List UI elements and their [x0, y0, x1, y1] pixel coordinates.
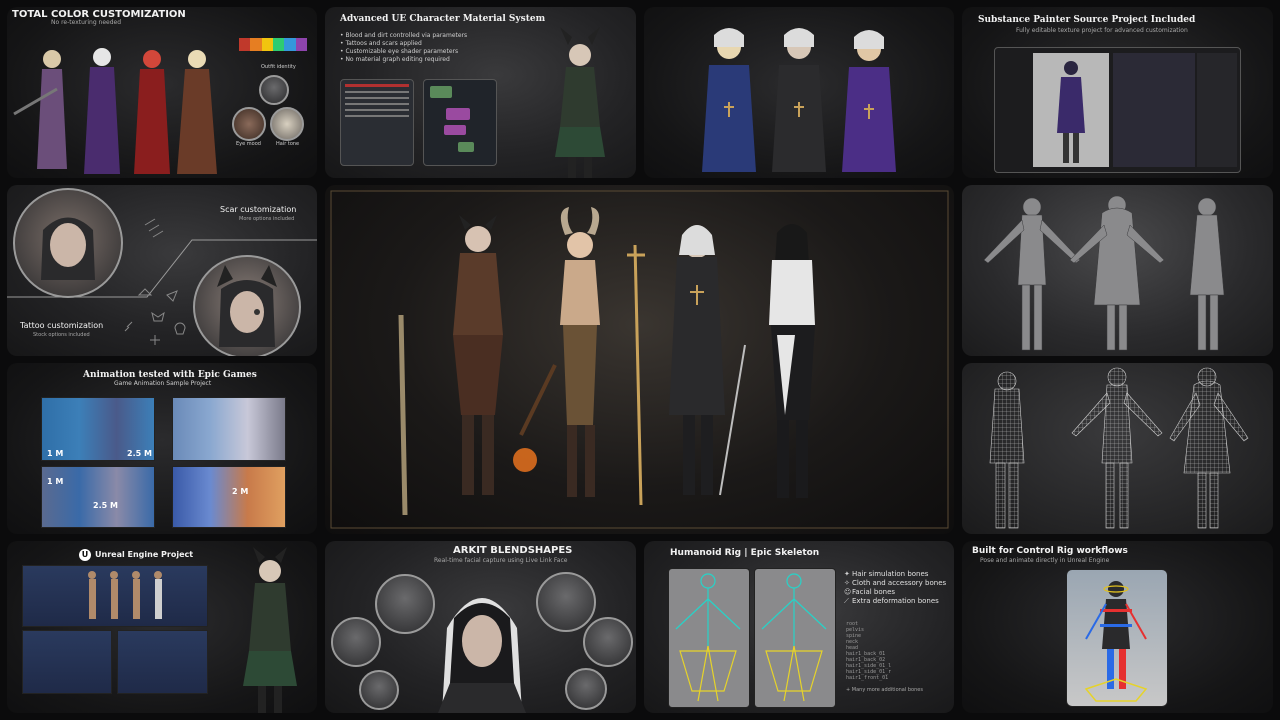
cloth-icon: ✧ [844, 579, 850, 587]
outfit-circle [259, 75, 289, 105]
clip-label: 1 M [47, 477, 64, 486]
blendshape-face [536, 572, 596, 632]
ue-viewport-small-left [22, 630, 112, 694]
bone-label: Cloth and accessory bones [852, 579, 947, 587]
tile-hero [325, 185, 954, 534]
bone-list-item: ⟋ Extra deformation bones [844, 597, 946, 606]
blendshape-face [583, 617, 633, 667]
characters-group [13, 48, 217, 174]
clip-label: 2.5 M [93, 501, 118, 510]
hair-label: Hair tone [276, 141, 300, 147]
rig-bone-list: ✦ Hair simulation bones ✧ Cloth and access… [844, 570, 946, 606]
substance-window [994, 47, 1241, 173]
blendshape-face [359, 670, 399, 710]
clip-label: 1 M [47, 449, 64, 458]
bone-list-item: ✦ Hair simulation bones [844, 570, 946, 579]
anim-clip [172, 466, 286, 528]
tile-wireframe [962, 363, 1273, 534]
hair-circle [270, 107, 304, 141]
tile-tpose-shaded [962, 185, 1273, 356]
tree-node: hair1_front_01 [846, 675, 889, 681]
swatch-purple [295, 38, 307, 51]
bone-list-item: ✧ Cloth and accessory bones [844, 579, 946, 588]
substance-subtitle: Fully editable texture project for advan… [1016, 27, 1188, 34]
face-icon: ☺ [844, 588, 852, 596]
swatch-blue [284, 38, 296, 51]
ue-character-right [243, 547, 297, 713]
tile-substance-painter: Substance Painter Source Project Include… [962, 7, 1273, 178]
material-character [555, 27, 605, 178]
hair-icon: ✦ [844, 570, 850, 578]
material-bullet: • No material graph editing required [340, 56, 450, 63]
tpose-shaded-figures [983, 195, 1225, 351]
tile-color-customization: TOTAL COLOR CUSTOMIZATION No re-texturin… [7, 7, 317, 178]
ue-viewport-small-right [117, 630, 208, 694]
blendshape-face [565, 668, 607, 710]
animation-title: Animation tested with Epic Games [83, 370, 257, 380]
material-graph-panel [423, 79, 497, 166]
animation-subtitle: Game Animation Sample Project [114, 380, 212, 387]
rig-bone-tree: root pelvis spine neck head hair1_back_0… [846, 621, 891, 681]
ue-viewport-figures [88, 571, 162, 619]
wireframe-figures [989, 367, 1249, 529]
control-title: Built for Control Rig workflows [972, 546, 1128, 556]
material-bullet: • Tattoos and scars applied [340, 40, 422, 47]
swatch-red [239, 38, 251, 51]
color-swatch-bar [239, 38, 307, 51]
bone-list-item: ☺Facial bones [844, 588, 946, 597]
tile-unreal-project: U Unreal Engine Project [7, 541, 317, 713]
anim-clip [172, 397, 286, 461]
eye-label: Eye mood [236, 141, 261, 147]
nun-variants-group [702, 28, 896, 172]
unreal-title: Unreal Engine Project [95, 550, 194, 559]
anim-clip [41, 466, 155, 528]
tile-arkit: ARKIT BLENDSHAPES Real-time facial captu… [325, 541, 636, 713]
substance-title: Substance Painter Source Project Include… [978, 15, 1196, 25]
tile-nun-variants [644, 7, 954, 178]
bone-label: Extra deformation bones [852, 597, 939, 605]
outfit-label: Outfit identity [261, 64, 296, 70]
arkit-subtitle: Real-time facial capture using Live Link… [434, 557, 568, 564]
tattoo-sublabel: Stock options included [33, 332, 90, 338]
swatch-green [272, 38, 285, 51]
blendshape-face [331, 617, 381, 667]
arkit-title: ARKIT BLENDSHAPES [453, 545, 573, 556]
tile-material-system: Advanced UE Character Material System • … [325, 7, 636, 178]
material-bullets: • Blood and dirt controlled via paramete… [340, 32, 467, 64]
bone-label: Facial bones [852, 588, 896, 596]
unreal-logo-icon: U [79, 549, 91, 561]
tattoo-face [217, 265, 277, 347]
tile-scar-tattoo: Scar customization More options included… [7, 185, 317, 356]
arkit-main-face [438, 598, 526, 713]
tile-animation: Animation tested with Epic Games Game An… [7, 363, 317, 534]
tattoo-label: Tattoo customization [20, 321, 104, 330]
control-subtitle: Pose and animate directly in Unreal Engi… [980, 557, 1110, 564]
swatch-orange [250, 38, 262, 51]
clip-label: 2.5 M [127, 449, 152, 458]
tile-humanoid-rig: Humanoid Rig | Epic Skeleton ✦ Hair simul… [644, 541, 954, 713]
control-rig-figure [1084, 581, 1148, 702]
tile-control-rig: Built for Control Rig workflows Pose and… [962, 541, 1273, 713]
material-title: Advanced UE Character Material System [340, 14, 546, 24]
material-bullet: • Customizable eye shader parameters [340, 48, 459, 55]
hero-characters [398, 207, 815, 516]
swatch-yellow [261, 38, 273, 51]
bone-label: Hair simulation bones [852, 570, 929, 578]
material-bullet: • Blood and dirt controlled via paramete… [340, 32, 468, 39]
material-params-panel [340, 79, 414, 166]
bone-icon: ⟋ [844, 597, 849, 605]
clip-label: 2 M [232, 487, 249, 496]
rig-footnote: + Many more additional bones [846, 687, 923, 693]
eye-circle [232, 107, 266, 141]
